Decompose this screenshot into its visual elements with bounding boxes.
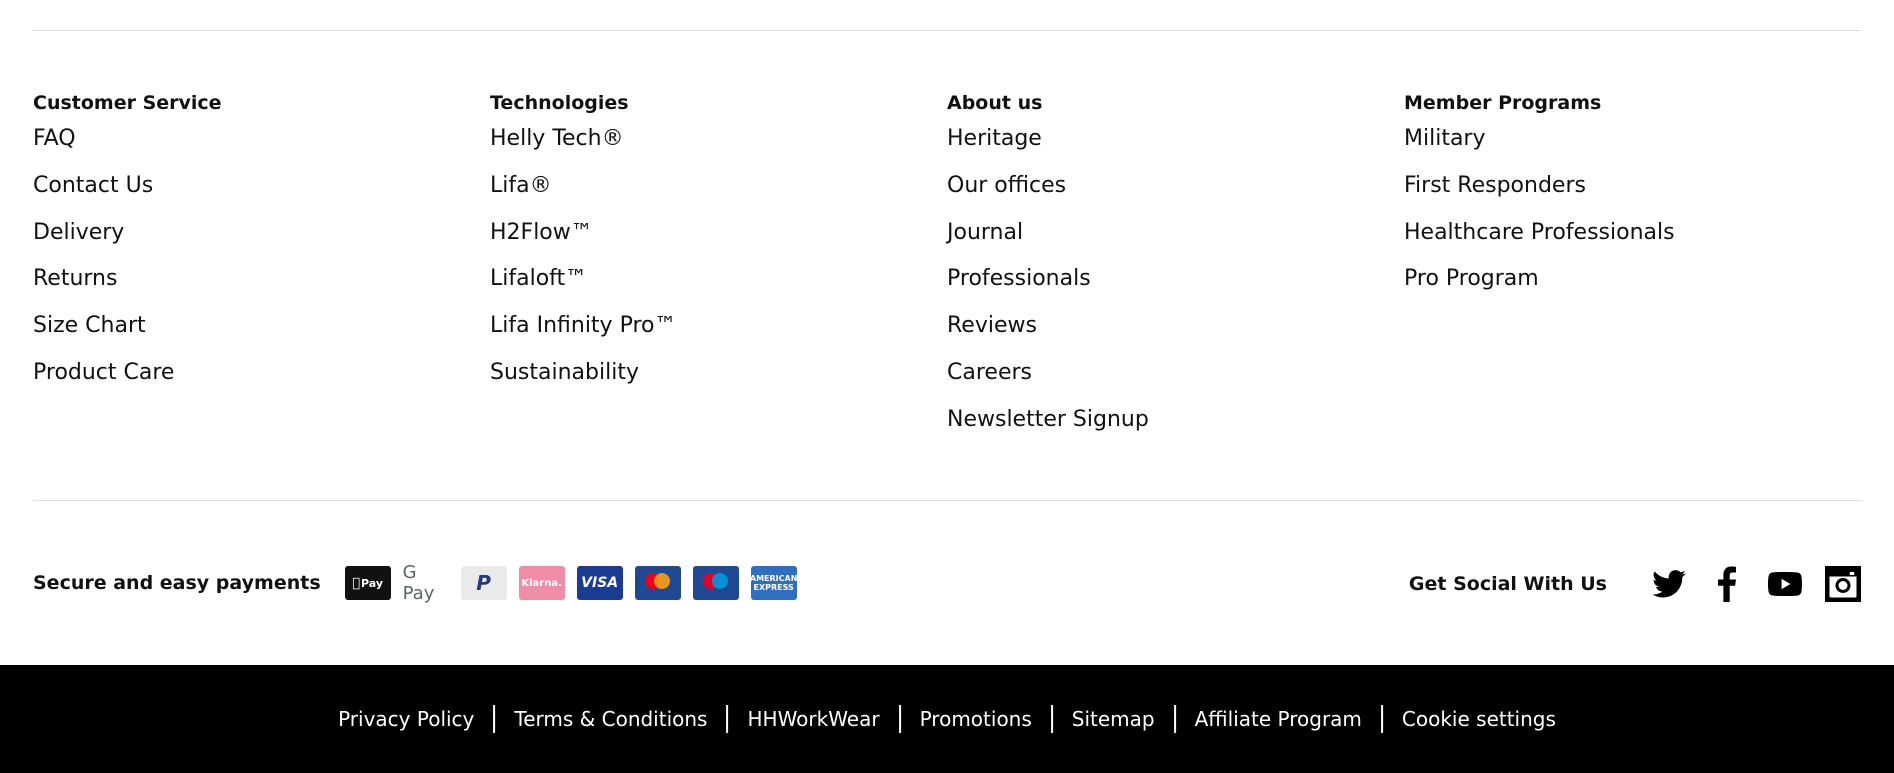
google-pay-icon: G Pay [402,562,449,604]
returns-link[interactable]: Returns [33,266,490,292]
professionals-link[interactable]: Professionals [947,266,1404,292]
our-offices-link[interactable]: Our offices [947,173,1404,199]
lifaloft-link[interactable]: Lifaloft™ [490,266,947,292]
heritage-link[interactable]: Heritage [947,126,1404,152]
first-responders-link[interactable]: First Responders [1404,173,1861,199]
customer-service-column: Customer Service FAQ Contact Us Delivery… [33,90,490,454]
instagram-icon[interactable] [1825,566,1861,602]
visa-icon: VISA [576,566,623,600]
contact-us-link[interactable]: Contact Us [33,173,490,199]
amex-icon: AMERICAN EXPRESS [750,566,797,600]
klarna-icon: Klarna. [518,566,565,600]
middle-divider [33,500,1861,501]
apple-pay-icon: Pay [344,566,391,600]
member-programs-column: Member Programs Military First Responder… [1404,90,1861,454]
column-heading: About us [947,92,1043,114]
product-care-link[interactable]: Product Care [33,360,490,386]
payments-label: Secure and easy payments [33,572,321,594]
helly-tech-link[interactable]: Helly Tech® [490,126,947,152]
cookie-settings-link[interactable]: Cookie settings [1383,706,1575,732]
sitemap-link[interactable]: Sitemap [1053,706,1174,732]
privacy-policy-link[interactable]: Privacy Policy [319,706,493,732]
affiliate-program-link[interactable]: Affiliate Program [1176,706,1381,732]
journal-link[interactable]: Journal [947,220,1404,246]
delivery-link[interactable]: Delivery [33,220,490,246]
pro-program-link[interactable]: Pro Program [1404,266,1861,292]
size-chart-link[interactable]: Size Chart [33,313,490,339]
legal-footer-bar: Privacy Policy Terms & Conditions HHWork… [0,665,1894,773]
hhworkwear-link[interactable]: HHWorkWear [728,706,898,732]
lifa-link[interactable]: Lifa® [490,173,947,199]
maestro-icon [692,566,739,600]
about-us-column: About us Heritage Our offices Journal Pr… [947,90,1404,454]
h2flow-link[interactable]: H2Flow™ [490,220,947,246]
twitter-icon[interactable] [1651,566,1687,602]
footer-link-columns: Customer Service FAQ Contact Us Delivery… [33,90,1861,454]
column-heading: Customer Service [33,92,222,114]
newsletter-signup-link[interactable]: Newsletter Signup [947,407,1404,433]
terms-conditions-link[interactable]: Terms & Conditions [495,706,726,732]
column-heading: Member Programs [1404,92,1602,114]
facebook-icon[interactable] [1709,566,1745,602]
paypal-icon: P [460,566,507,600]
top-divider [33,30,1861,31]
promotions-link[interactable]: Promotions [901,706,1051,732]
column-heading: Technologies [490,92,629,114]
healthcare-professionals-link[interactable]: Healthcare Professionals [1404,220,1861,246]
faq-link[interactable]: FAQ [33,126,490,152]
legal-links: Privacy Policy Terms & Conditions HHWork… [319,705,1575,733]
lifa-infinity-pro-link[interactable]: Lifa Infinity Pro™ [490,313,947,339]
military-link[interactable]: Military [1404,126,1861,152]
youtube-icon[interactable] [1767,566,1803,602]
social-label: Get Social With Us [1408,573,1607,595]
reviews-link[interactable]: Reviews [947,313,1404,339]
payments-row: Secure and easy payments Pay G Pay P Kl… [33,562,809,604]
mastercard-icon [634,566,681,600]
social-row: Get Social With Us [1409,566,1861,602]
technologies-column: Technologies Helly Tech® Lifa® H2Flow™ L… [490,90,947,454]
careers-link[interactable]: Careers [947,360,1404,386]
sustainability-link[interactable]: Sustainability [490,360,947,386]
